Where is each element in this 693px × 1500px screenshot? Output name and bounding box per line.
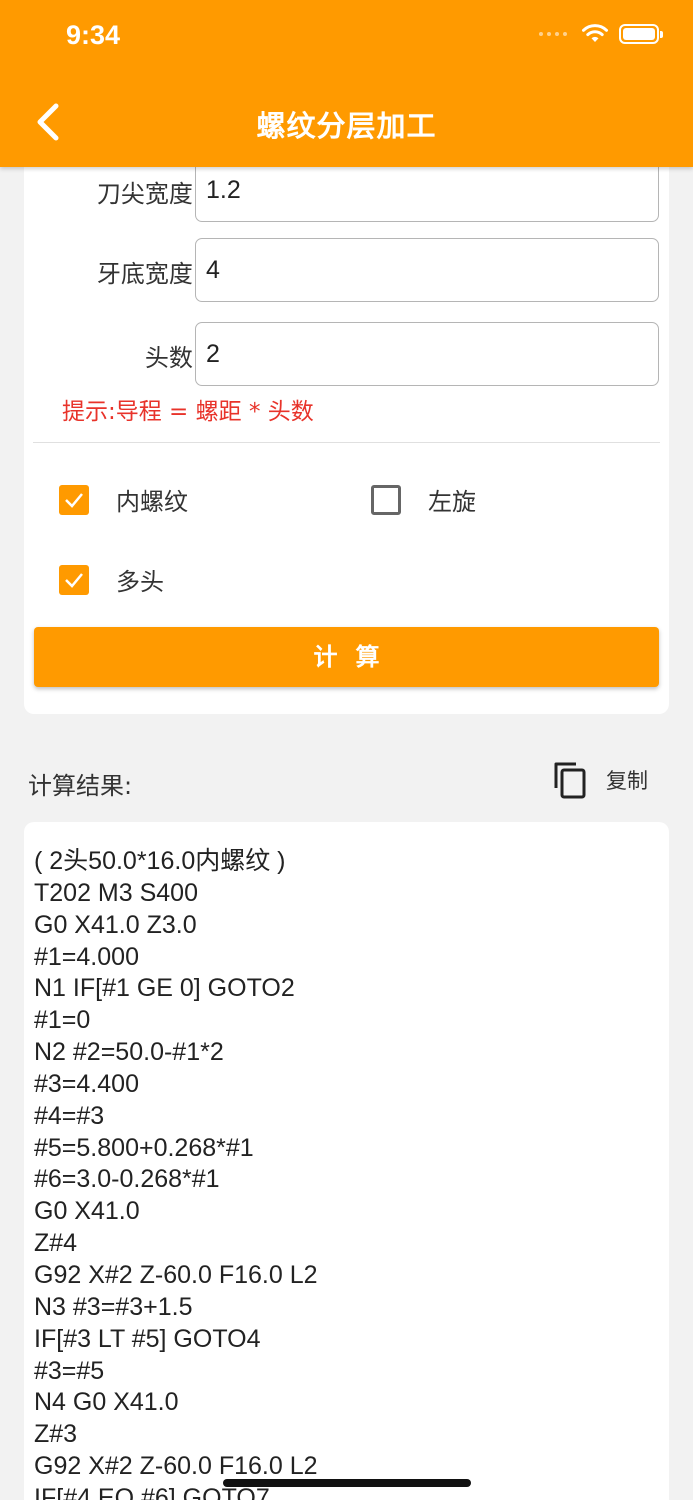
gcode-line: #4=#3 [34, 1101, 105, 1130]
gcode-line: G0 X41.0 [34, 1197, 140, 1226]
gcode-line: G92 X#2 Z-60.0 F16.0 L2 [34, 1260, 318, 1289]
gcode-line: #1=0 [34, 1006, 91, 1035]
divider [33, 442, 660, 443]
checkbox-checked-icon [59, 484, 89, 515]
gcode-line: N2 #2=50.0-#1*2 [34, 1038, 224, 1067]
status-icons [539, 24, 663, 44]
result-code-card: ( 2头50.0*16.0内螺纹 ) T202 M3 S400 G0 X41.0 Z… [24, 822, 669, 1500]
left-hand-checkbox[interactable]: 左旋 [371, 482, 476, 517]
battery-icon [619, 24, 663, 44]
gcode-line: Z#3 [34, 1420, 78, 1449]
gcode-line: IF[#3 LT #5] GOTO4 [34, 1324, 261, 1353]
checkbox-checked-icon [59, 564, 89, 595]
bottom-width-row: 牙底宽度: 4 [24, 238, 669, 304]
home-indicator [223, 1479, 471, 1487]
lead-hint: 提示:导程 = 螺距 * 头数 [62, 399, 314, 425]
gcode-line: #6=3.0-0.268*#1 [34, 1165, 220, 1194]
gcode-line: N1 IF[#1 GE 0] GOTO2 [34, 974, 295, 1003]
gcode-line: Z#4 [34, 1229, 78, 1258]
gcode-line: #1=4.000 [34, 942, 139, 971]
gcode-line: ( 2头50.0*16.0内螺纹 ) [34, 847, 286, 875]
checkbox-unchecked-icon [371, 484, 401, 515]
left-hand-label: 左旋 [428, 488, 476, 516]
multi-start-checkbox[interactable]: 多头 [59, 562, 164, 597]
page-title: 螺纹分层加工 [256, 109, 437, 143]
copy-icon [554, 762, 586, 799]
bottom-width-label: 牙底宽度: [96, 260, 201, 288]
thread-starts-row: 头数: 2 [24, 322, 669, 388]
copy-button[interactable]: 复制 [552, 760, 648, 800]
wifi-icon [582, 24, 608, 42]
tip-width-input[interactable]: 1.2 [195, 158, 659, 222]
gcode-output: ( 2头50.0*16.0内螺纹 ) T202 M3 S400 G0 X41.0 Z… [34, 846, 659, 1500]
gcode-line: G0 X41.0 Z3.0 [34, 910, 197, 939]
thread-starts-label: 头数: [144, 344, 201, 372]
gcode-line: #3=4.400 [34, 1069, 139, 1098]
gcode-line: T202 M3 S400 [34, 878, 198, 907]
status-time: 9:34 [66, 20, 121, 50]
gcode-line: #3=#5 [34, 1356, 105, 1385]
multi-start-label: 多头 [116, 568, 164, 596]
calculate-button[interactable]: 计算 [34, 627, 659, 687]
signal-icon [539, 32, 567, 36]
input-form-card: 刀尖宽度: 1.2 牙底宽度: 4 头数: 2 提示:导程 = 螺距 * 头数 … [24, 140, 669, 714]
bottom-width-input[interactable]: 4 [195, 238, 659, 302]
internal-thread-label: 内螺纹 [116, 488, 188, 516]
internal-thread-checkbox[interactable]: 内螺纹 [59, 482, 188, 517]
gcode-line: N3 #3=#3+1.5 [34, 1292, 193, 1321]
copy-label: 复制 [606, 769, 648, 793]
thread-starts-input[interactable]: 2 [195, 322, 659, 386]
app-header: 9:34 螺纹分层加工 [0, 0, 693, 167]
tip-width-row: 刀尖宽度: 1.2 [24, 158, 669, 224]
gcode-line: N4 G0 X41.0 [34, 1388, 179, 1417]
tip-width-label: 刀尖宽度: [96, 180, 201, 208]
result-title: 计算结果: [28, 772, 133, 800]
gcode-line: #5=5.800+0.268*#1 [34, 1133, 254, 1162]
